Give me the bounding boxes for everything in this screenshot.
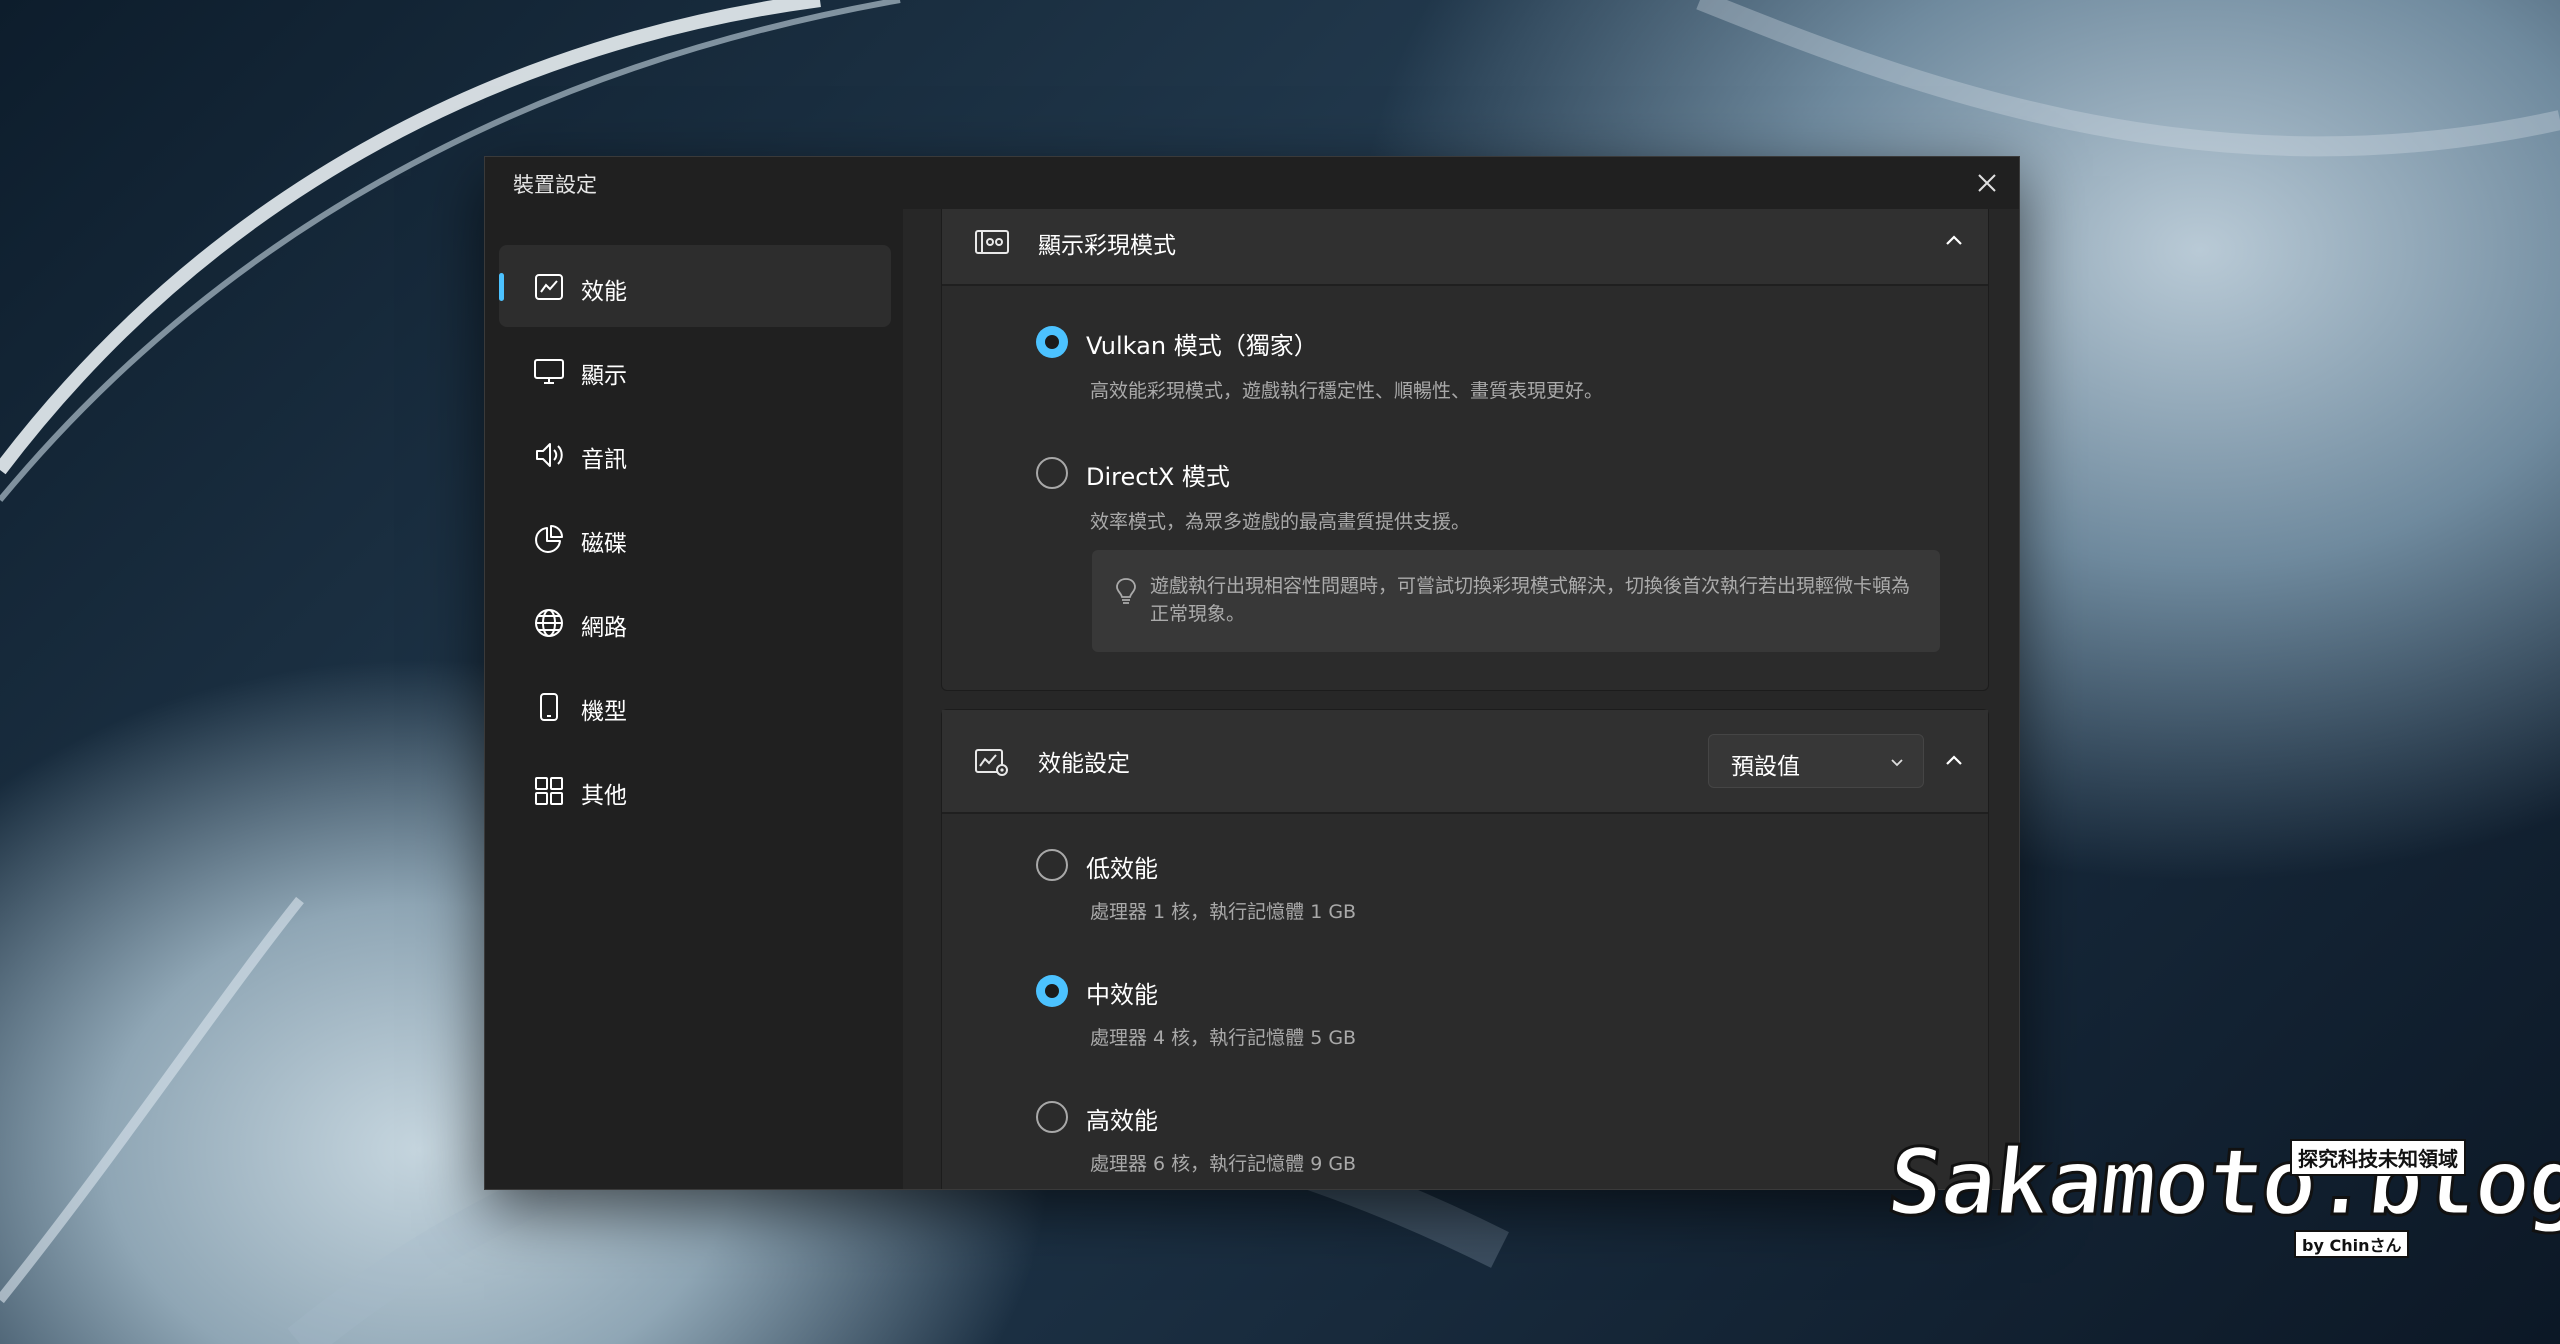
option-description: 處理器 1 核，執行記憶體 1 GB — [1090, 901, 1357, 923]
phone-icon — [540, 693, 558, 721]
chevron-up-icon — [1946, 755, 1962, 765]
render-mode-card: 顯示彩現模式 Vulkan 模式（獨家） 高效能彩現模式，遊戲執行穩定性、順暢性… — [941, 209, 1989, 691]
collapse-button[interactable] — [1938, 744, 1970, 776]
chevron-up-icon — [1946, 235, 1962, 245]
globe-icon — [535, 609, 563, 637]
grid-icon — [535, 777, 563, 805]
watermark: Sakamoto.blog 探究科技未知領域 by Chinさん — [1880, 1125, 2560, 1265]
option-label: Vulkan 模式（獨家） — [1086, 332, 1318, 360]
speaker-icon — [536, 443, 563, 467]
radio-directx[interactable] — [1036, 457, 1068, 489]
option-label: DirectX 模式 — [1086, 463, 1230, 491]
pie-chart-icon — [535, 525, 563, 553]
watermark-byline: by Chinさん — [2294, 1230, 2410, 1258]
sidebar-item-label: 顯示 — [581, 363, 627, 389]
radio-high[interactable] — [1036, 1101, 1068, 1133]
radio-option-medium[interactable]: 中效能 處理器 4 核，執行記憶體 5 GB — [1036, 975, 1936, 1055]
collapse-button[interactable] — [1938, 224, 1970, 256]
performance-preset-dropdown[interactable]: 預設值 — [1708, 734, 1924, 788]
sidebar-item-audio[interactable]: 音訊 — [499, 413, 891, 495]
window-title: 裝置設定 — [513, 173, 597, 197]
sidebar-item-disk[interactable]: 磁碟 — [499, 497, 891, 579]
radio-option-low[interactable]: 低效能 處理器 1 核，執行記憶體 1 GB — [1036, 849, 1936, 929]
sidebar-item-label: 其他 — [581, 783, 627, 809]
radio-low[interactable] — [1036, 849, 1068, 881]
display-mode-icon — [975, 230, 1009, 254]
sidebar-item-network[interactable]: 網路 — [499, 581, 891, 663]
sidebar-item-label: 效能 — [581, 279, 627, 305]
chevron-down-icon — [1891, 759, 1903, 767]
performance-header[interactable]: 效能設定 預設值 — [942, 710, 1988, 814]
performance-settings-icon — [975, 749, 1008, 776]
lightbulb-icon — [1116, 578, 1136, 604]
info-tip-box: 遊戲執行出現相容性問題時，可嘗試切換彩現模式解決，切換後首次執行若出現輕微卡頓為… — [1092, 550, 1940, 652]
option-description: 處理器 4 核，執行記憶體 5 GB — [1090, 1027, 1357, 1049]
radio-option-directx[interactable]: DirectX 模式 效率模式，為眾多遊戲的最高畫質提供支援。 — [1036, 457, 1936, 537]
sidebar-item-label: 網路 — [581, 615, 627, 641]
watermark-tagline: 探究科技未知領域 — [2290, 1139, 2466, 1176]
sidebar-item-model[interactable]: 機型 — [499, 665, 891, 747]
sidebar-item-other[interactable]: 其他 — [499, 749, 891, 831]
render-mode-header[interactable]: 顯示彩現模式 — [942, 209, 1988, 286]
performance-title: 效能設定 — [1038, 751, 1130, 777]
title-bar: 裝置設定 — [485, 157, 2019, 209]
close-icon — [1978, 174, 1996, 192]
sidebar-item-performance[interactable]: 效能 — [499, 245, 891, 327]
device-settings-window: 裝置設定 效能 顯示 音訊 磁碟 網路 機型 其他 顯示彩現模式 Vulkan … — [484, 156, 2020, 1190]
option-description: 處理器 6 核，執行記憶體 9 GB — [1090, 1153, 1357, 1175]
monitor-icon — [534, 359, 564, 384]
sidebar-item-display[interactable]: 顯示 — [499, 329, 891, 411]
sidebar-item-label: 音訊 — [581, 447, 627, 473]
radio-medium[interactable] — [1036, 975, 1068, 1007]
performance-card: 效能設定 預設值 低效能 處理器 1 核，執行記憶體 1 GB 中效能 處理器 … — [941, 709, 1989, 1189]
option-description: 高效能彩現模式，遊戲執行穩定性、順暢性、畫質表現更好。 — [1090, 380, 1604, 402]
active-indicator — [499, 273, 504, 301]
performance-chart-icon — [535, 274, 563, 300]
sidebar-item-label: 磁碟 — [581, 531, 627, 557]
radio-vulkan[interactable] — [1036, 326, 1068, 358]
radio-option-vulkan[interactable]: Vulkan 模式（獨家） 高效能彩現模式，遊戲執行穩定性、順暢性、畫質表現更好… — [1036, 326, 1936, 406]
option-label: 低效能 — [1086, 855, 1158, 883]
radio-option-high[interactable]: 高效能 處理器 6 核，執行記憶體 9 GB — [1036, 1101, 1936, 1181]
dropdown-value: 預設值 — [1731, 754, 1800, 780]
option-label: 中效能 — [1086, 981, 1158, 1009]
option-description: 效率模式，為眾多遊戲的最高畫質提供支援。 — [1090, 511, 1471, 533]
render-mode-title: 顯示彩現模式 — [1038, 233, 1176, 259]
settings-content: 顯示彩現模式 Vulkan 模式（獨家） 高效能彩現模式，遊戲執行穩定性、順暢性… — [903, 209, 2019, 1189]
info-tip-text: 遊戲執行出現相容性問題時，可嘗試切換彩現模式解決，切換後首次執行若出現輕微卡頓為… — [1150, 575, 1911, 625]
close-button[interactable] — [1965, 163, 2009, 203]
option-label: 高效能 — [1086, 1107, 1158, 1135]
sidebar-item-label: 機型 — [581, 699, 627, 725]
